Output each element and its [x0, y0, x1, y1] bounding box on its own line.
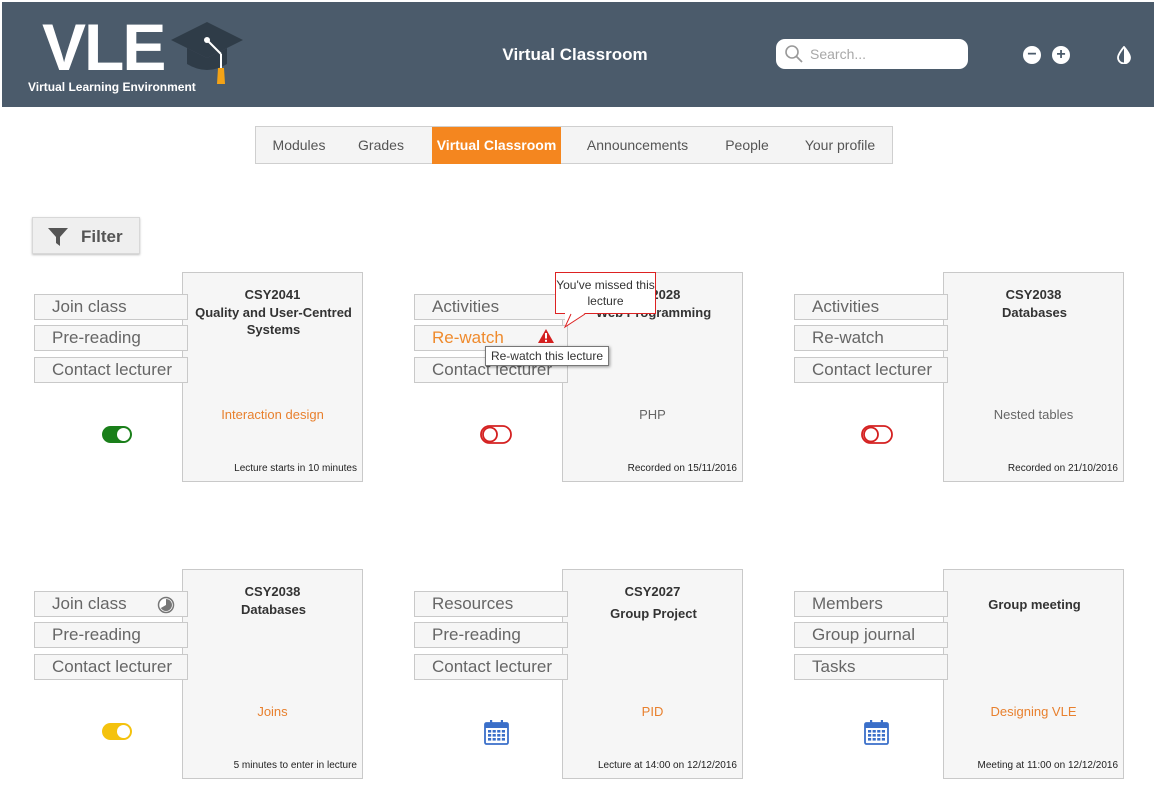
search-input[interactable]	[808, 44, 958, 64]
lecture-topic: Joins	[257, 704, 288, 719]
timer-icon	[157, 596, 175, 614]
pre-reading-button[interactable]: Pre-reading	[34, 325, 188, 351]
pre-reading-button[interactable]: Pre-reading	[414, 622, 568, 648]
tab-grades[interactable]: Grades	[342, 127, 420, 163]
toggle-off-red[interactable]	[861, 425, 893, 444]
tab-modules[interactable]: Modules	[256, 127, 342, 163]
calendar-icon[interactable]	[864, 719, 889, 745]
course-card[interactable]: CSY2027 Group Project PID Lecture at 14:…	[562, 569, 743, 779]
warning-icon	[538, 329, 554, 343]
search-icon	[785, 45, 803, 63]
course-card[interactable]: CSY2038 Databases Nested tables Recorded…	[943, 272, 1124, 482]
activities-button[interactable]: Activities	[414, 294, 568, 320]
zoom-out-button[interactable]: −	[1023, 46, 1041, 64]
course-title: Group meeting	[988, 597, 1081, 612]
tab-people[interactable]: People	[711, 127, 783, 163]
lecture-topic: PHP	[639, 407, 666, 422]
filter-button[interactable]: Filter	[32, 217, 140, 254]
contact-lecturer-button[interactable]: Contact lecturer	[794, 357, 948, 383]
logo-subtitle: Virtual Learning Environment	[28, 80, 196, 94]
contact-lecturer-button[interactable]: Contact lecturer	[414, 654, 568, 680]
filter-label: Filter	[81, 227, 123, 246]
bubble-tail	[563, 313, 586, 329]
contrast-icon[interactable]	[1116, 46, 1132, 64]
missed-lecture-bubble: You've missed this lecture	[555, 272, 656, 314]
re-watch-tooltip: Re-watch this lecture	[485, 346, 609, 366]
lecture-status: Lecture at 14:00 on 12/12/2016	[597, 760, 737, 771]
app-header: VLE Virtual Learning Environment Virtual…	[2, 2, 1154, 107]
group-journal-button[interactable]: Group journal	[794, 622, 948, 648]
graduation-cap-icon	[171, 22, 243, 84]
tab-virtual-classroom[interactable]: Virtual Classroom	[432, 127, 561, 164]
contact-lecturer-button[interactable]: Contact lecturer	[34, 654, 188, 680]
lecture-status: Meeting at 11:00 on 12/12/2016	[977, 760, 1118, 771]
lecture-topic: PID	[641, 704, 664, 719]
course-code: CSY2038	[244, 584, 301, 599]
filter-icon	[48, 228, 68, 246]
tasks-button[interactable]: Tasks	[794, 654, 948, 680]
lecture-topic: Interaction design	[221, 407, 324, 422]
logo[interactable]: VLE	[42, 10, 166, 84]
course-title: Databases	[240, 602, 307, 617]
lecture-status: Lecture starts in 10 minutes	[234, 463, 357, 474]
course-code: CSY2038	[1005, 287, 1062, 302]
course-code: CSY2041	[244, 287, 301, 302]
join-class-button[interactable]: Join class	[34, 294, 188, 320]
tab-announcements[interactable]: Announcements	[574, 127, 701, 163]
lecture-topic: Designing VLE	[990, 704, 1077, 719]
re-watch-button[interactable]: Re-watch	[794, 325, 948, 351]
zoom-in-button[interactable]: +	[1052, 46, 1070, 64]
toggle-on-yellow[interactable]	[101, 722, 133, 741]
members-button[interactable]: Members	[794, 591, 948, 617]
toggle-off-red[interactable]	[480, 425, 512, 444]
course-card[interactable]: CSY2038 Databases Joins 5 minutes to ent…	[182, 569, 363, 779]
course-card[interactable]: CSY2041 Quality and User-Centred Systems…	[182, 272, 363, 482]
lecture-status: 5 minutes to enter in lecture	[233, 760, 357, 771]
lecture-status: Recorded on 21/10/2016	[1007, 463, 1118, 474]
course-code: CSY2027	[624, 584, 681, 599]
activities-button[interactable]: Activities	[794, 294, 948, 320]
main-tabs: Modules Grades Virtual Classroom Announc…	[255, 126, 893, 164]
pre-reading-button[interactable]: Pre-reading	[34, 622, 188, 648]
resources-button[interactable]: Resources	[414, 591, 568, 617]
course-card[interactable]: Group meeting Designing VLE Meeting at 1…	[943, 569, 1124, 779]
contact-lecturer-button[interactable]: Contact lecturer	[34, 357, 188, 383]
course-title: Quality and User-Centred Systems	[195, 305, 352, 337]
lecture-topic: Nested tables	[993, 407, 1074, 422]
calendar-icon[interactable]	[484, 719, 509, 745]
tab-your-profile[interactable]: Your profile	[789, 127, 891, 163]
search-box[interactable]	[776, 39, 968, 69]
lecture-status: Recorded on 15/11/2016	[627, 463, 737, 474]
course-title: Group Project	[610, 606, 697, 621]
page-title: Virtual Classroom	[502, 45, 648, 64]
toggle-on-green[interactable]	[101, 425, 133, 444]
course-title: Databases	[1001, 305, 1068, 320]
